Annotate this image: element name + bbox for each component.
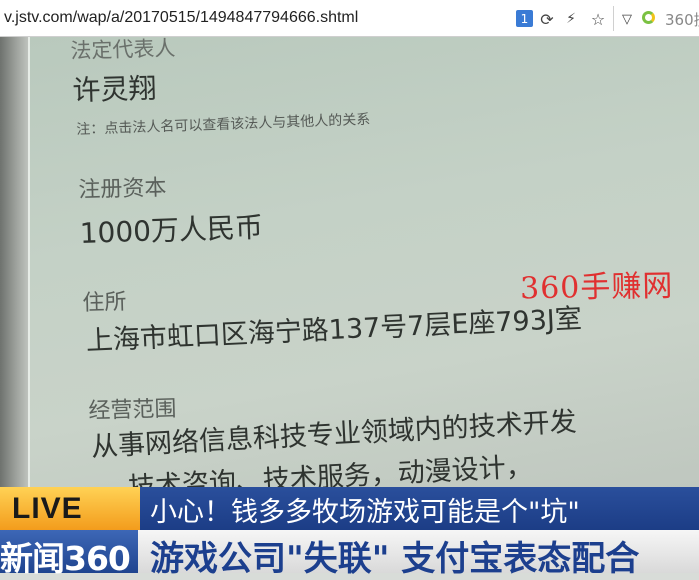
ticker-headline: 小心！钱多多牧场游戏可能是个"坑" — [150, 497, 580, 528]
capital-label: 注册资本 — [78, 175, 167, 203]
legal-rep-note: 注：点击法人名可以查看该法人与其他人的关系 — [76, 111, 371, 138]
legal-rep-value: 许灵翔 — [72, 71, 157, 107]
watermark-text: 360手赚网 — [519, 268, 674, 307]
url-field[interactable]: v.jstv.com/wap/a/20170515/1494847794666.… — [4, 9, 358, 27]
search-engine-label[interactable]: 360搜 — [665, 9, 699, 30]
legal-rep-label: 法定代表人 — [70, 37, 176, 63]
address-label: 住所 — [82, 289, 127, 316]
lightning-icon[interactable]: ⚡ — [564, 9, 578, 29]
extension-badge-icon[interactable]: 1 — [516, 10, 533, 27]
capital-value: 1000万人民币 — [79, 210, 264, 250]
bookmark-star-icon[interactable]: ☆ — [589, 9, 607, 29]
toolbar-divider — [613, 6, 614, 31]
phone-bezel — [0, 37, 30, 487]
search-engine-logo-icon[interactable] — [642, 11, 655, 24]
refresh-icon[interactable]: ⟳ — [539, 9, 555, 29]
address-bar[interactable]: v.jstv.com/wap/a/20170515/1494847794666.… — [0, 0, 699, 37]
live-label: LIVE — [12, 492, 83, 525]
business-scope-label: 经营范围 — [88, 396, 177, 424]
address-value: 上海市虹口区海宁路137号7层E座793J室 — [85, 303, 583, 357]
chevron-down-icon[interactable]: ▽ — [619, 9, 635, 29]
